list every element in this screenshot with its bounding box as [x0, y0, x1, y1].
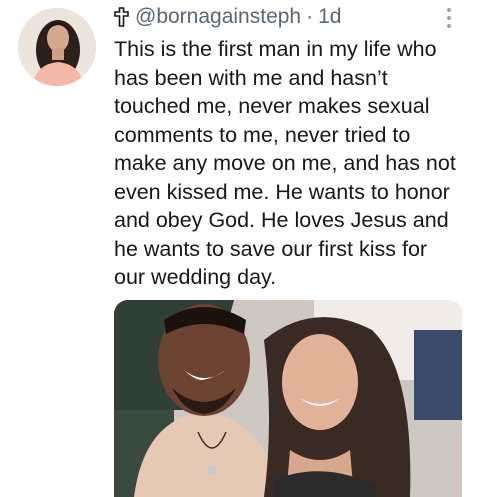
tweet-timestamp[interactable]: 1d: [318, 5, 341, 29]
separator-dot: ·: [306, 5, 314, 28]
more-vertical-icon[interactable]: [442, 6, 456, 30]
tweet-photo[interactable]: [114, 300, 462, 497]
tweet-header: @bornagainsteph · 1d: [114, 4, 341, 30]
tweet-text: This is the first man in my life who has…: [114, 37, 456, 289]
cross-icon: [114, 7, 129, 27]
username-handle[interactable]: @bornagainsteph: [135, 5, 301, 29]
avatar-image: [18, 8, 96, 86]
avatar[interactable]: [18, 8, 96, 86]
selfie-photo: [114, 300, 462, 497]
